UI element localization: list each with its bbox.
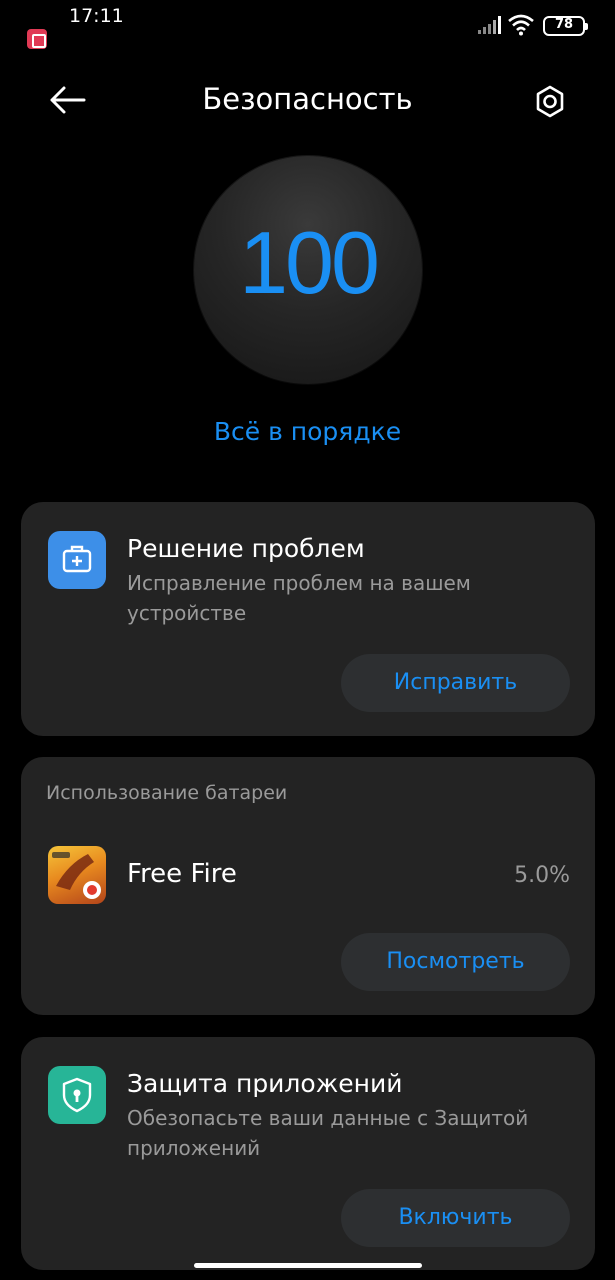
troubleshoot-title: Решение проблем [127,534,365,563]
fix-button[interactable]: Исправить [341,654,570,712]
shield-lock-icon [48,1066,106,1124]
app-protection-title: Защита приложений [127,1069,403,1098]
wifi-icon [508,14,534,36]
signal-icon [478,16,501,34]
security-score-value: 100 [239,213,380,312]
battery-usage-card: Использование батареи Free Fire 5.0% Пос… [21,757,595,1015]
security-score-circle: 100 [194,156,422,384]
app-battery-usage: 5.0% [514,863,570,888]
status-time: 17:11 [69,5,124,27]
first-aid-kit-icon [48,531,106,589]
troubleshoot-card: Решение проблем Исправление проблем на в… [21,502,595,736]
status-bar: 17:11 78 [0,0,615,52]
troubleshoot-description: Исправление проблем на вашем устройстве [127,571,471,625]
view-button[interactable]: Посмотреть [341,933,570,991]
page-title: Безопасность [202,82,413,116]
battery-icon: 78 [543,16,588,36]
gear-icon [536,85,564,118]
battery-usage-header: Использование батареи [46,782,288,804]
settings-button[interactable] [528,80,572,124]
notification-app-icon [27,29,47,49]
free-fire-app-icon [48,846,106,904]
battery-level: 78 [554,17,574,32]
security-status-text: Всё в порядке [213,417,402,446]
home-indicator[interactable] [194,1263,422,1268]
app-protection-description: Обезопасьте ваши данные с Защитой прилож… [127,1106,529,1160]
enable-button[interactable]: Включить [341,1189,570,1247]
app-protection-card: Защита приложений Обезопасьте ваши данны… [21,1037,595,1270]
app-name: Free Fire [127,859,237,889]
